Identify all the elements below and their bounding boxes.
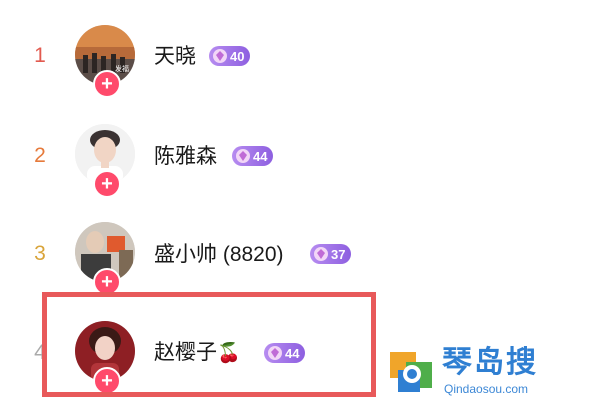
rank-number: 1 — [34, 44, 46, 67]
user-name-text: 赵樱子 — [154, 341, 217, 364]
level-badge: 44 — [232, 146, 274, 166]
gem-icon — [236, 149, 250, 163]
watermark-url: Qindaosou.com — [444, 382, 529, 396]
avatar-text: 发福 — [115, 64, 129, 73]
gem-icon — [213, 49, 227, 63]
follow-button[interactable]: + — [93, 367, 121, 395]
user-name[interactable]: 陈雅森 — [154, 144, 217, 170]
level-badge: 40 — [209, 46, 251, 66]
watermark-title: 琴岛搜 — [442, 346, 538, 379]
level-value: 44 — [285, 345, 300, 361]
watermark: 琴岛搜 Qindaosou.com — [388, 346, 598, 402]
ranking-list-screen: 1 发福 + 天晓 40 2 + 陈雅森 44 3 + 盛小帅 (8820) 3… — [0, 0, 600, 407]
user-name[interactable]: 盛小帅 (8820) — [154, 242, 284, 268]
follow-button[interactable]: + — [93, 268, 121, 296]
rank-number: 2 — [34, 144, 46, 167]
list-item[interactable]: 2 + 陈雅森 44 — [0, 100, 600, 200]
level-value: 40 — [230, 48, 245, 64]
list-item[interactable]: 3 + 盛小帅 (8820) 37 — [0, 200, 600, 300]
level-value: 44 — [253, 148, 268, 164]
rank-number: 4 — [34, 341, 46, 364]
qindaosou-logo-icon — [390, 352, 432, 392]
list-item[interactable]: 1 发福 + 天晓 40 — [0, 0, 600, 100]
level-badge: 44 — [264, 343, 306, 363]
follow-button[interactable]: + — [93, 70, 121, 98]
level-badge: 37 — [310, 244, 352, 264]
rank-number: 3 — [34, 242, 46, 265]
follow-button[interactable]: + — [93, 170, 121, 198]
cherry-icon: 🍒 — [217, 343, 241, 364]
user-name[interactable]: 天晓 — [154, 44, 196, 70]
level-value: 37 — [331, 246, 346, 262]
gem-icon — [314, 247, 328, 261]
gem-icon — [268, 346, 282, 360]
user-name[interactable]: 赵樱子🍒 — [154, 340, 241, 367]
